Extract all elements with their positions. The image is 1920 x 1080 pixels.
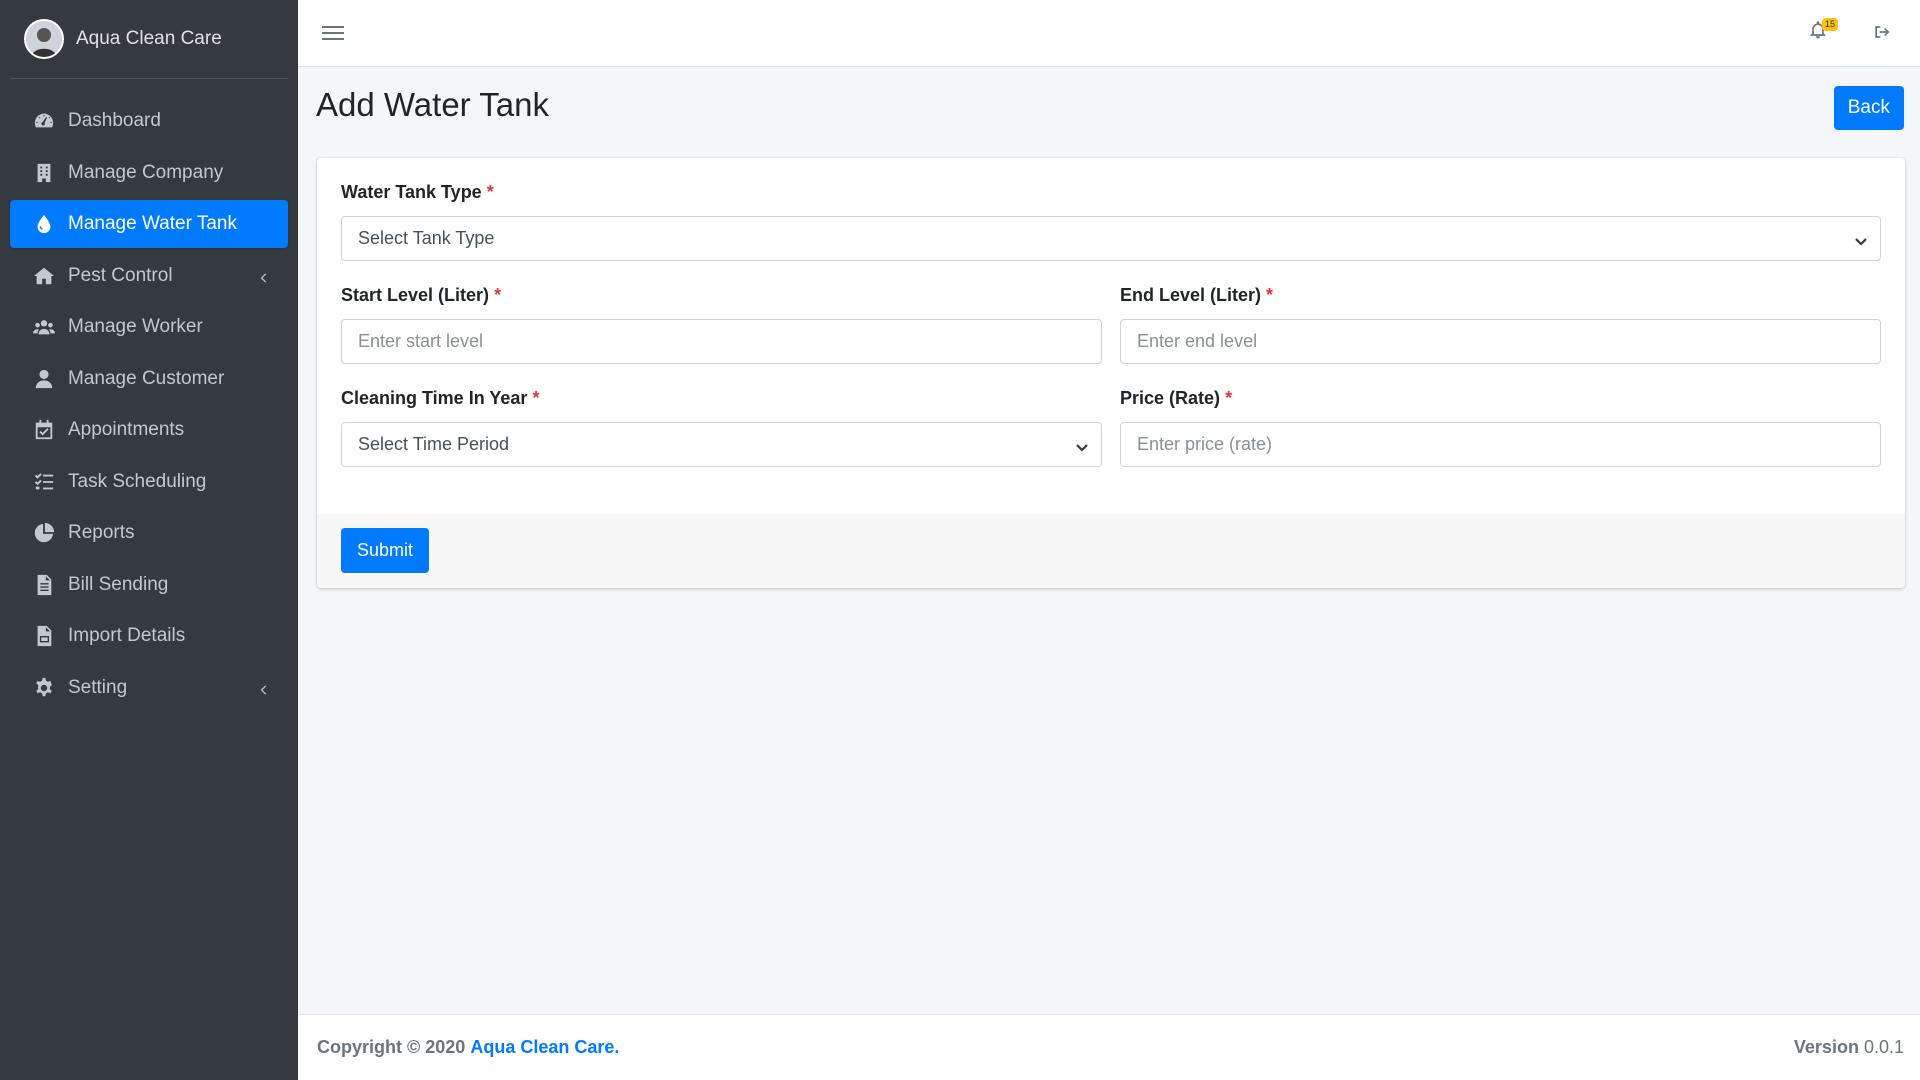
cleaning-time-group: Cleaning Time In Year * Select Time Peri…	[341, 388, 1102, 467]
chevron-down-icon	[1075, 438, 1089, 452]
start-level-group: Start Level (Liter) * Enter start level	[341, 285, 1102, 364]
sidebar-item-label: Dashboard	[68, 110, 161, 131]
required-marker: *	[1225, 388, 1233, 408]
water-tank-form-card: Water Tank Type * Select Tank Type Start…	[317, 158, 1905, 588]
sidebar-item-label: Bill Sending	[68, 573, 169, 595]
water-drop-icon	[32, 212, 56, 236]
sidebar-item-reports[interactable]: Reports	[10, 509, 288, 557]
users-icon	[32, 315, 56, 339]
sidebar-item-label: Pest Control	[68, 264, 173, 286]
footer-brand-link[interactable]: Aqua Clean Care.	[470, 1037, 619, 1057]
sidebar-item-label: Manage Worker	[68, 316, 203, 337]
content-header: Add Water Tank Back	[316, 86, 1904, 132]
chevron-left-icon	[256, 681, 270, 695]
form-body: Water Tank Type * Select Tank Type Start…	[317, 158, 1905, 514]
form-footer: Submit	[317, 514, 1905, 588]
end-level-placeholder: Enter end level	[1137, 331, 1258, 351]
file-text-icon	[32, 573, 56, 597]
topbar: 15	[298, 0, 1920, 67]
end-level-input[interactable]: Enter end level	[1120, 319, 1881, 364]
sidebar-item-pest-control[interactable]: Pest Control	[10, 252, 288, 300]
notifications-button[interactable]: 15	[1808, 18, 1839, 46]
sidebar-item-label: Task Scheduling	[68, 470, 207, 492]
sidebar-item-label: Manage Customer	[68, 367, 225, 389]
file-csv-icon	[32, 624, 56, 648]
sidebar-item-dashboard[interactable]: Dashboard	[10, 97, 288, 145]
sign-out-icon	[1875, 26, 1890, 38]
sidebar-item-label: Manage Company	[68, 161, 224, 183]
sidebar-item-manage-customer[interactable]: Manage Customer	[10, 355, 288, 403]
home-icon	[32, 264, 56, 288]
price-placeholder: Enter price (rate)	[1137, 434, 1273, 454]
sidebar-item-manage-worker[interactable]: Manage Worker	[10, 303, 288, 351]
required-marker: *	[494, 285, 502, 305]
chevron-left-icon	[256, 269, 270, 283]
sidebar-item-appointments[interactable]: Appointments	[10, 406, 288, 454]
page-title: Add Water Tank	[316, 86, 549, 123]
required-marker: *	[486, 182, 494, 202]
sidebar: Aqua Clean Care Dashboard Manage Company…	[0, 0, 298, 1080]
version-info: Version 0.0.1	[1794, 1037, 1904, 1058]
sidebar-item-label: Appointments	[68, 419, 185, 440]
required-marker: *	[532, 388, 540, 408]
sidebar-item-label: Reports	[68, 522, 135, 543]
start-level-input[interactable]: Enter start level	[341, 319, 1102, 364]
sidebar-item-label: Setting	[68, 676, 128, 698]
page-footer: Copyright © 2020 Aqua Clean Care. Versio…	[298, 1014, 1920, 1080]
sidebar-item-bill-sending[interactable]: Bill Sending	[10, 561, 288, 609]
gear-icon	[32, 676, 56, 700]
building-icon	[32, 161, 56, 185]
sidebar-item-manage-company[interactable]: Manage Company	[10, 149, 288, 197]
dashboard-icon	[32, 109, 56, 133]
sidebar-item-task-scheduling[interactable]: Task Scheduling	[10, 458, 288, 506]
sidebar-item-import-details[interactable]: Import Details	[10, 612, 288, 660]
sidebar-item-setting[interactable]: Setting	[10, 664, 288, 712]
price-input[interactable]: Enter price (rate)	[1120, 422, 1881, 467]
logout-button[interactable]	[1872, 22, 1894, 44]
cleaning-time-select[interactable]: Select Time Period	[341, 422, 1102, 467]
time-price-row: Cleaning Time In Year * Select Time Peri…	[341, 388, 1881, 491]
sidebar-item-manage-water-tank[interactable]: Manage Water Tank	[10, 200, 288, 248]
pie-chart-icon	[32, 521, 56, 545]
cleaning-time-selected-value: Select Time Period	[358, 434, 510, 454]
cleaning-time-label: Cleaning Time In Year *	[341, 388, 540, 408]
level-row: Start Level (Liter) * Enter start level …	[341, 285, 1881, 388]
brand-link[interactable]: Aqua Clean Care	[10, 0, 288, 79]
version-label: Version	[1793, 1037, 1859, 1057]
end-level-label: End Level (Liter) *	[1120, 285, 1274, 305]
sidebar-nav: Dashboard Manage Company Manage Water Ta…	[0, 97, 298, 712]
brand-avatar	[24, 19, 64, 59]
required-marker: *	[1266, 285, 1274, 305]
hamburger-menu-icon[interactable]	[322, 22, 344, 44]
copyright: Copyright © 2020 Aqua Clean Care.	[317, 1037, 619, 1058]
brand-name: Aqua Clean Care	[76, 28, 222, 49]
user-icon	[32, 367, 56, 391]
notification-badge: 15	[1822, 18, 1839, 31]
tank-type-group: Water Tank Type * Select Tank Type	[341, 182, 1881, 261]
submit-button[interactable]: Submit	[341, 528, 430, 573]
calendar-check-icon	[32, 418, 56, 442]
tank-type-select[interactable]: Select Tank Type	[341, 216, 1881, 261]
copyright-text: Copyright © 2020	[317, 1037, 466, 1057]
start-level-placeholder: Enter start level	[358, 331, 484, 351]
tank-type-label: Water Tank Type *	[341, 182, 494, 202]
back-button[interactable]: Back	[1833, 86, 1904, 130]
sidebar-item-label: Manage Water Tank	[68, 213, 237, 234]
start-level-label: Start Level (Liter) *	[341, 285, 502, 305]
price-group: Price (Rate) * Enter price (rate)	[1120, 388, 1881, 467]
chevron-down-icon	[1854, 232, 1868, 246]
tank-type-selected-value: Select Tank Type	[358, 228, 495, 248]
sidebar-item-label: Import Details	[68, 625, 186, 646]
end-level-group: End Level (Liter) * Enter end level	[1120, 285, 1881, 364]
tasks-icon	[32, 470, 56, 494]
version-value: 0.0.1	[1863, 1037, 1904, 1057]
price-label: Price (Rate) *	[1120, 388, 1233, 408]
